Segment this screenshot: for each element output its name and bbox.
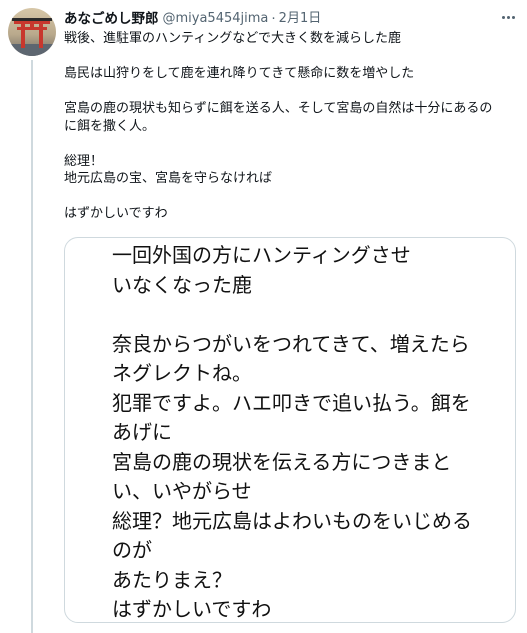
tweet-line: はずかしいですわ — [64, 206, 168, 221]
avatar[interactable] — [8, 8, 56, 56]
image-text-line: い、いやがらせ — [112, 479, 252, 503]
author-handle[interactable]: @miya5454jima — [163, 8, 269, 30]
tweet-line: に餌を撒く人。 — [64, 118, 156, 134]
torii-gate-avatar-icon — [8, 8, 56, 56]
tweet-paragraph: 総理！ 地元広島の宝、宮島を守らなければ — [64, 153, 504, 188]
more-options-icon[interactable] — [497, 6, 519, 28]
image-text-line: のが — [112, 538, 152, 562]
image-text-line: 総理？地元広島はよわいものをいじめる — [112, 508, 472, 533]
tweet-header: あなごめし野郎 @miya5454jima · 2月1日 — [64, 8, 491, 30]
tweet-paragraph: 戦後、進駐軍のハンティングなどで大きく数を減らした鹿 — [64, 30, 504, 48]
image-text-line: あたりまえ？ — [112, 567, 232, 592]
image-text-line — [112, 300, 507, 330]
image-text-line: 奈良からつがいをつれてきて、増えたら — [112, 331, 470, 356]
image-text-line: いなくなった鹿 — [112, 272, 252, 297]
tweet-line: 島民は山狩りをして鹿を連れ降りてきて懸命に数を増やした — [64, 66, 415, 81]
tweet-line: 宮島の鹿の現状も知らずに餌を送る人、そして宮島の自然は十分にあるの — [64, 101, 493, 116]
tweet-line: 地元広島の宝、宮島を守らなければ — [64, 171, 273, 186]
image-text-line: 犯罪ですよ。ハエ叩きで追い払う。餌を — [112, 390, 471, 415]
separator: · — [271, 11, 276, 27]
image-text: 一回外国の方にハンティングさせ いなくなった鹿 奈良からつがいをつれてきて、増え… — [112, 241, 507, 622]
tweet-paragraph: 宮島の鹿の現状も知らずに餌を送る人、そして宮島の自然は十分にあるの に餌を撒く人… — [64, 100, 504, 135]
image-text-line: ネグレクトね。 — [112, 361, 252, 385]
tweet-paragraph: はずかしいですわ — [64, 205, 504, 223]
image-text-line: あげに — [112, 420, 172, 444]
tweet-date[interactable]: 2月1日 — [279, 8, 322, 30]
thread-line — [31, 60, 33, 633]
tweet-paragraph: 島民は山狩りをして鹿を連れ降りてきて懸命に数を増やした — [64, 65, 504, 83]
image-text-line: 一回外国の方にハンティングさせ — [112, 243, 411, 267]
tweet-line: 総理！ — [64, 153, 104, 169]
author-name[interactable]: あなごめし野郎 — [64, 8, 159, 30]
tweet-line: 戦後、進駐軍のハンティングなどで大きく数を減らした鹿 — [64, 31, 401, 46]
image-text-line: 宮島の鹿の現状を伝える方につきまと — [112, 449, 452, 474]
tweet-text: 戦後、進駐軍のハンティングなどで大きく数を減らした鹿 島民は山狩りをして鹿を連れ… — [64, 30, 504, 223]
attached-image-card[interactable]: 一回外国の方にハンティングさせ いなくなった鹿 奈良からつがいをつれてきて、増え… — [64, 237, 516, 623]
image-text-line: はずかしいですわ — [112, 597, 272, 621]
